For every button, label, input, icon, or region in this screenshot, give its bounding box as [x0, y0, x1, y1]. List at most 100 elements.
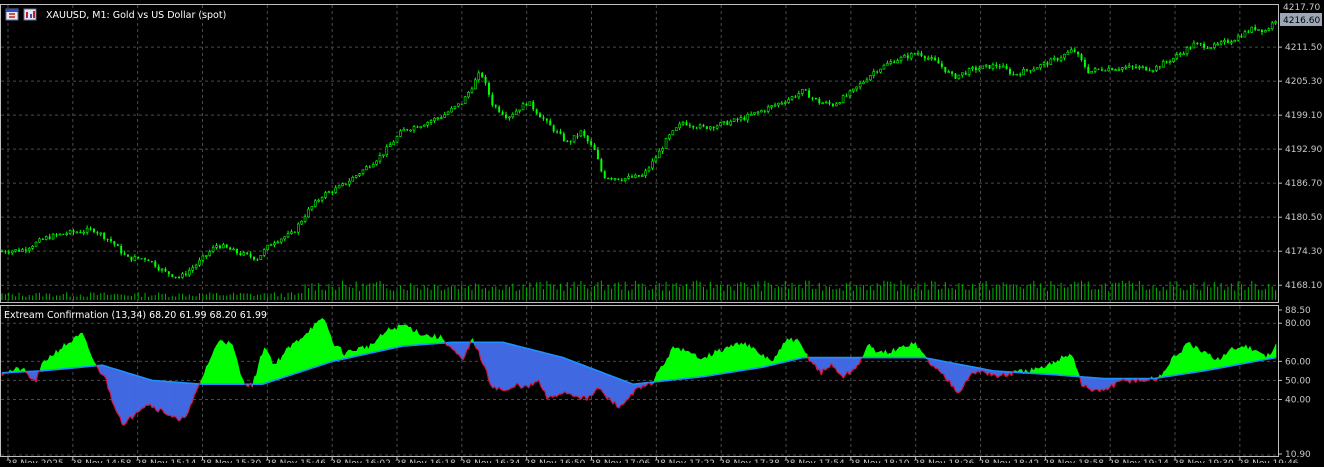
candle-body [1006, 66, 1008, 69]
indicator-fill-down [156, 381, 158, 412]
indicator-fill-up [337, 346, 339, 360]
candle-body [842, 96, 844, 103]
chart-toolbar-icon[interactable] [24, 9, 36, 20]
candle-body [648, 168, 650, 171]
candle-body [910, 53, 912, 58]
candle-body [117, 244, 119, 246]
indicator-tick-label: 80.00 [1285, 319, 1311, 329]
indicator-fill-up [290, 344, 292, 375]
indicator-fill-down [577, 363, 579, 398]
indicator-fill-down [128, 373, 130, 419]
indicator-fill-up [78, 334, 80, 368]
indicator-fill-down [613, 377, 615, 404]
indicator-fill-up [1232, 348, 1234, 366]
candle-body [951, 72, 953, 74]
indicator-fill-up [206, 364, 208, 384]
chart-svg[interactable]: XAUUSD, M1: Gold vs US Dollar (spot) Ext… [0, 0, 1324, 463]
candle-body [880, 69, 882, 72]
candle-body [546, 119, 548, 121]
candle-body [937, 60, 939, 63]
candle-body [1, 251, 3, 252]
time-tick-label: 28 Nov 16:34 [460, 459, 521, 463]
candle-body [481, 73, 483, 77]
candle-body [505, 115, 507, 118]
indicator-fill-up [725, 347, 727, 373]
candle-body [777, 103, 779, 105]
indicator-fill-up [82, 333, 84, 367]
indicator-fill-down [583, 365, 585, 396]
candle-body [893, 62, 895, 63]
candle-body [495, 105, 497, 106]
indicator-fill-up [333, 343, 335, 362]
indicator-fill-up [298, 339, 300, 372]
indicator-fill-up [779, 349, 781, 363]
candle-body [941, 64, 943, 67]
indicator-fill-down [589, 367, 591, 395]
candle-body [1230, 42, 1232, 43]
candle-body [638, 175, 640, 177]
indicator-fill-down [951, 363, 953, 387]
candle-body [209, 252, 211, 256]
indicator-fill-up [737, 343, 739, 371]
candle-body [474, 80, 476, 89]
indicator-fill-up [747, 344, 749, 369]
candle-body [199, 260, 201, 265]
indicator-fill-down [493, 342, 495, 388]
indicator-fill-down [1106, 379, 1108, 390]
candle-body [825, 102, 827, 103]
candle-body [900, 57, 902, 60]
time-tick-label: 28 Nov 2025 [6, 459, 64, 463]
indicator-fill-up [671, 347, 673, 380]
candle-body [1145, 67, 1147, 71]
indicator-fill-up [212, 349, 214, 384]
candle-body [508, 117, 510, 118]
price-tick-label: 4180.50 [1285, 213, 1322, 223]
indicator-fill-up [709, 353, 711, 375]
indicator-fill-down [553, 355, 555, 397]
time-tick-label: 28 Nov 19:14 [1108, 459, 1169, 463]
indicator-fill-down [126, 372, 128, 422]
indicator-fill-up [50, 355, 52, 370]
candle-body [846, 96, 848, 97]
candle-body [304, 217, 306, 221]
candle-body [801, 89, 803, 93]
candle-body [403, 129, 405, 131]
indicator-fill-up [681, 349, 683, 379]
price-tick-label: 4192.90 [1285, 145, 1322, 155]
indicator-fill-up [230, 343, 232, 384]
indicator-fill-down [941, 361, 943, 374]
indicator-fill-down [567, 359, 569, 394]
candle-body [658, 151, 660, 158]
candle-body [127, 255, 129, 257]
indicator-fast-line-down [102, 375, 104, 376]
candle-body [1026, 69, 1028, 70]
candle-body [246, 253, 248, 254]
candle-body [808, 90, 810, 97]
candle-body [604, 171, 606, 178]
price-tick-label: 4186.70 [1285, 179, 1322, 189]
indicator-fill-up [1192, 347, 1194, 373]
indicator-fill-up [729, 345, 731, 372]
candle-body [1060, 58, 1062, 60]
candle-body [954, 74, 956, 79]
candle-body [1189, 48, 1191, 49]
indicator-fill-down [599, 371, 601, 389]
candle-body [1070, 50, 1072, 52]
indicator-fill-up [393, 328, 395, 348]
indicator-fill-up [1212, 358, 1214, 369]
indicator-fast-line-down [172, 416, 174, 417]
indicator-fill-down [158, 381, 160, 412]
candle-body [1098, 69, 1100, 70]
chart-window[interactable]: XAUUSD, M1: Gold vs US Dollar (spot) Ext… [0, 0, 1324, 463]
time-tick-label: 28 Nov 15:46 [265, 459, 326, 463]
indicator-fill-up [413, 332, 415, 345]
indicator-fill-down [958, 364, 960, 393]
candle-body [1271, 23, 1273, 29]
time-tick-label: 28 Nov 18:10 [849, 459, 910, 463]
candle-body [975, 67, 977, 69]
indicator-fill-up [793, 340, 795, 360]
chart-window-icon[interactable] [6, 9, 18, 20]
indicator-fill-up [749, 344, 751, 369]
candle-body [1210, 48, 1212, 49]
candle-body [181, 274, 183, 278]
